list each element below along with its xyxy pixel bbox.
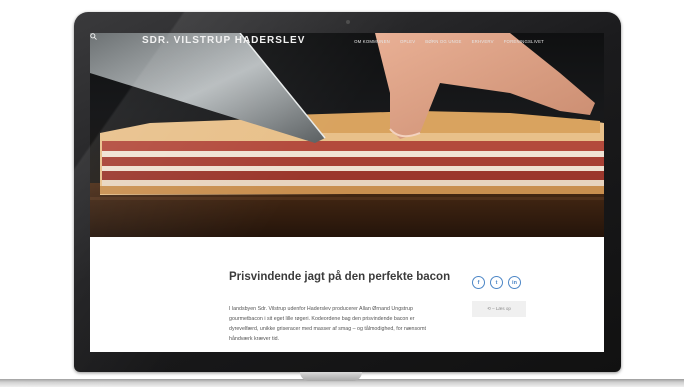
website-screen: SDR. VILSTRUP HADERSLEV OM KOMMUNEN OPLE… (90, 33, 604, 352)
nav-item-oplev[interactable]: OPLEV (400, 39, 415, 44)
share-buttons: f t in (472, 276, 521, 289)
linkedin-share-button[interactable]: in (508, 276, 521, 289)
nav-item-foreningslivet[interactable]: FORENINGSLIVET (504, 39, 544, 44)
camera-dot (346, 20, 350, 24)
read-aloud-button[interactable]: ⟲ – Læs op (472, 301, 526, 317)
nav-item-erhverv[interactable]: ERHVERV (472, 39, 494, 44)
hero-bacon-photo (90, 33, 604, 237)
site-logo[interactable]: SDR. VILSTRUP HADERSLEV (142, 35, 305, 46)
linkedin-icon: in (512, 279, 517, 286)
twitter-share-button[interactable]: t (490, 276, 503, 289)
monitor-stand (300, 372, 362, 381)
facebook-icon: f (477, 279, 480, 286)
nav-item-born-og-unge[interactable]: BØRN OG UNGE (425, 39, 461, 44)
search-icon[interactable] (90, 33, 97, 40)
twitter-icon: t (495, 279, 498, 286)
nav-item-om-kommunen[interactable]: OM KOMMUNEN (354, 39, 390, 44)
article-lead: I landsbyen Sdr. Vilstrup udenfor Haders… (229, 306, 426, 342)
hero-image: SDR. VILSTRUP HADERSLEV OM KOMMUNEN OPLE… (90, 33, 604, 237)
article-title: Prisvindende jagt på den perfekte bacon (229, 271, 451, 283)
main-nav: OM KOMMUNEN OPLEV BØRN OG UNGE ERHVERV F… (354, 39, 544, 44)
facebook-share-button[interactable]: f (472, 276, 485, 289)
